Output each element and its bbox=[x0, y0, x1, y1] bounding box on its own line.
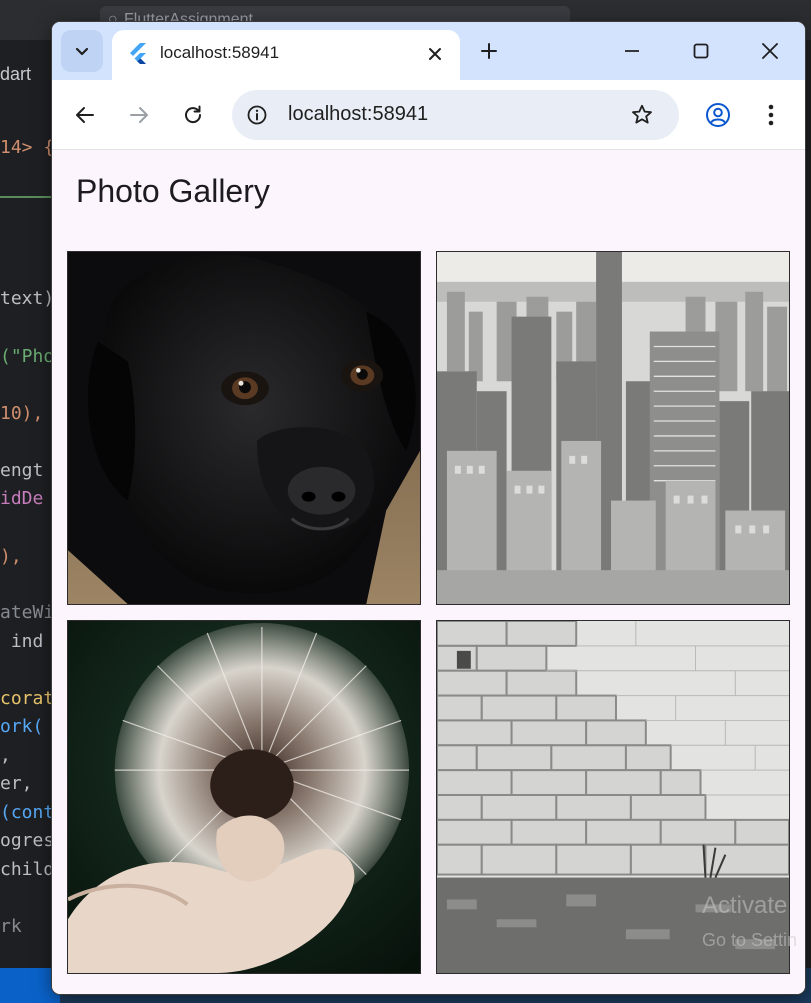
activation-watermark-sub: Go to Settin bbox=[702, 930, 798, 950]
close-icon bbox=[429, 48, 441, 60]
forward-button[interactable] bbox=[121, 97, 157, 133]
back-arrow-icon bbox=[76, 107, 94, 123]
activation-watermark: Activate bbox=[702, 892, 788, 919]
code-line: ), bbox=[0, 546, 22, 567]
bookmark-button[interactable] bbox=[628, 101, 656, 129]
address-bar[interactable]: localhost:58941 bbox=[232, 90, 679, 140]
photo-wall[interactable] bbox=[436, 620, 790, 974]
new-tab-button[interactable] bbox=[474, 36, 504, 66]
forward-arrow-icon bbox=[130, 107, 148, 123]
browser-window: localhost:58941 localhost:58941 Photo Ga… bbox=[52, 22, 805, 994]
close-tab-button[interactable] bbox=[422, 41, 448, 67]
close-window-button[interactable] bbox=[750, 32, 790, 70]
reload-button[interactable] bbox=[175, 97, 211, 133]
code-line: idDe bbox=[0, 488, 44, 509]
dandelion-image bbox=[68, 621, 420, 973]
page-title: Photo Gallery bbox=[76, 173, 270, 209]
code-line: child bbox=[0, 859, 55, 880]
code-line: ateWi bbox=[0, 602, 55, 623]
photo-puppy[interactable] bbox=[67, 251, 421, 605]
minimize-button[interactable] bbox=[612, 32, 652, 70]
flutter-icon bbox=[130, 43, 146, 64]
code-line: engt bbox=[0, 460, 44, 481]
star-icon bbox=[632, 104, 652, 124]
editor-file-tab[interactable]: dart bbox=[0, 64, 31, 85]
editor-divider bbox=[0, 196, 60, 198]
code-line: rk bbox=[0, 916, 22, 937]
puppy-image bbox=[68, 252, 420, 604]
code-line: ind bbox=[0, 631, 44, 652]
taskbar-start-area[interactable] bbox=[0, 968, 60, 1003]
kebab-menu-icon bbox=[768, 104, 774, 126]
plus-icon bbox=[481, 43, 497, 59]
info-icon bbox=[247, 105, 267, 125]
photo-city[interactable] bbox=[436, 251, 790, 605]
browser-toolbar: localhost:58941 bbox=[52, 80, 805, 150]
minimize-icon bbox=[625, 50, 639, 52]
code-line: (cont bbox=[0, 802, 55, 823]
code-line: ork( bbox=[0, 716, 44, 737]
page-content: Photo Gallery bbox=[52, 151, 805, 994]
address-text[interactable]: localhost:58941 bbox=[288, 103, 428, 126]
maximize-icon bbox=[693, 43, 709, 59]
tab-strip: localhost:58941 bbox=[52, 22, 805, 80]
site-info-button[interactable] bbox=[244, 102, 270, 128]
code-line: corat bbox=[0, 688, 55, 709]
back-button[interactable] bbox=[67, 97, 103, 133]
profile-button[interactable] bbox=[700, 97, 736, 133]
tab-title: localhost:58941 bbox=[160, 43, 280, 62]
photo-dandelion[interactable] bbox=[67, 620, 421, 974]
close-icon bbox=[762, 43, 778, 59]
code-line: er, bbox=[0, 773, 33, 794]
code-line: text) bbox=[0, 288, 55, 309]
code-line: ogres bbox=[0, 830, 55, 851]
code-line: ("Pho bbox=[0, 346, 55, 367]
menu-button[interactable] bbox=[753, 97, 789, 133]
reload-icon bbox=[185, 105, 202, 124]
profile-icon bbox=[706, 103, 730, 127]
browser-tab[interactable]: localhost:58941 bbox=[112, 30, 460, 80]
code-line: , bbox=[0, 745, 11, 766]
maximize-button[interactable] bbox=[681, 32, 721, 70]
chevron-down-icon bbox=[75, 47, 89, 56]
city-image bbox=[437, 252, 789, 604]
tab-search-button[interactable] bbox=[61, 30, 103, 72]
code-line: 10), bbox=[0, 403, 44, 424]
code-line: 14> { bbox=[0, 137, 55, 158]
wall-image bbox=[437, 621, 789, 973]
